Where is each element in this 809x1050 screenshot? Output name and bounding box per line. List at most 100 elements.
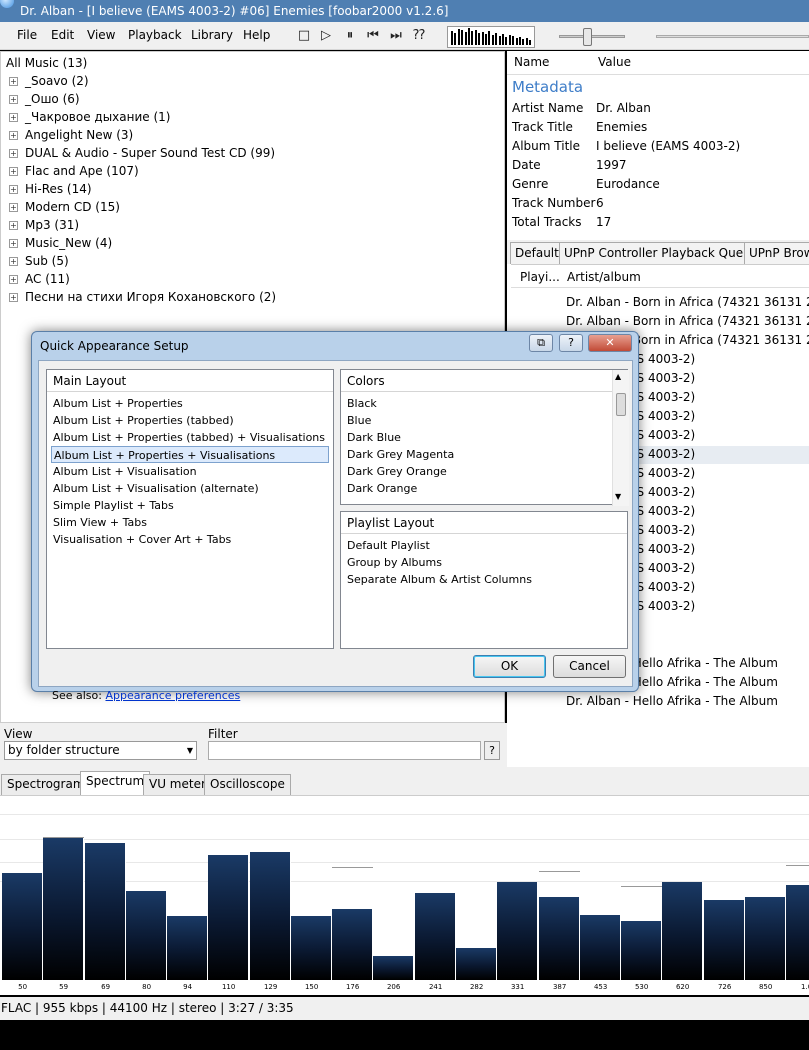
playlist-layout-option[interactable]: Separate Album & Artist Columns [347,571,532,588]
tab-default[interactable]: Default [510,242,564,264]
tab-spectrum[interactable]: Spectrum [80,771,151,796]
volume-handle[interactable] [583,28,592,46]
tab-spectrogram[interactable]: Spectrogram [1,774,91,795]
main-layout-option[interactable]: Slim View + Tabs [53,514,147,531]
expand-plus-icon[interactable]: + [9,203,18,212]
expand-plus-icon[interactable]: + [9,131,18,140]
filter-input[interactable] [208,741,481,760]
tree-item[interactable]: Angelight New (3) [25,126,133,144]
playlist-header: Playi... Artist/album [511,264,809,288]
scroll-down-icon[interactable]: ▼ [615,492,621,501]
playlist-row[interactable]: Dr. Alban - Hello Afrika - The Album [566,692,778,711]
main-layout-option[interactable]: Album List + Properties [53,395,183,412]
expand-plus-icon[interactable]: + [9,149,18,158]
col-playing-header[interactable]: Playi... [520,270,560,284]
expand-plus-icon[interactable]: + [9,185,18,194]
dialog-title: Quick Appearance Setup [40,339,189,353]
frequency-label: 1.0 [801,983,809,991]
tree-item[interactable]: Modern CD (15) [25,198,120,216]
play-icon[interactable]: ▷ [318,28,334,44]
expand-plus-icon[interactable]: + [9,275,18,284]
mini-spectrum-bar [485,34,487,45]
col-value-header[interactable]: Value [598,55,631,69]
color-option[interactable]: Dark Grey Orange [347,463,447,480]
menu-view[interactable]: View [87,27,115,43]
main-layout-option[interactable]: Visualisation + Cover Art + Tabs [53,531,231,548]
menu-library[interactable]: Library [191,27,233,43]
color-option[interactable]: Dark Grey Magenta [347,446,454,463]
volume-slider[interactable] [557,28,627,46]
spectrum-bar [415,893,456,980]
filter-help-button[interactable]: ? [484,741,500,760]
playlist-layout-option[interactable]: Group by Albums [347,554,442,571]
color-option[interactable]: Dark Orange [347,480,417,497]
tree-item[interactable]: _Чакровое дыхание (1) [25,108,170,126]
tree-item[interactable]: Flac and Ape (107) [25,162,139,180]
tree-item[interactable]: Hi-Res (14) [25,180,92,198]
toolbar-spectrum-visualisation[interactable] [447,26,535,48]
menu-file[interactable]: File [17,27,37,43]
mini-spectrum-bar [474,30,477,45]
seek-bar[interactable] [656,28,809,46]
tree-item[interactable]: Mp3 (31) [25,216,79,234]
tree-item[interactable]: _Soavo (2) [25,72,89,90]
playlist-row[interactable]: Dr. Alban - Born in Africa (74321 36131 … [566,293,809,312]
next-icon[interactable]: ⏭ [388,28,404,44]
expand-plus-icon[interactable]: + [9,293,18,302]
expand-plus-icon[interactable]: + [9,77,18,86]
tree-item-label: All Music (13) [6,56,88,70]
menu-edit[interactable]: Edit [51,27,74,43]
restore-icon[interactable]: ⧉ [529,334,553,352]
tree-item[interactable]: Music_New (4) [25,234,112,252]
main-layout-option[interactable]: Album List + Properties (tabbed) [53,412,234,429]
pause-icon[interactable]: ⏸ [342,28,358,44]
color-option[interactable]: Black [347,395,377,412]
mini-spectrum-bar [457,29,460,45]
tree-item[interactable]: Sub (5) [25,252,69,270]
mini-spectrum-bar [491,35,494,45]
main-layout-option[interactable]: Album List + Visualisation (alternate) [53,480,259,497]
main-layout-option[interactable]: Album List + Properties + Visualisations [51,446,329,463]
menu-help[interactable]: Help [243,27,270,43]
color-option[interactable]: Dark Blue [347,429,401,446]
tab-upnp-browser[interactable]: UPnP Brow [744,242,809,264]
random-icon[interactable]: ⁇ [411,28,427,44]
colors-scrollbar[interactable]: ▲ ▼ [612,370,629,506]
playlist-layout-option[interactable]: Default Playlist [347,537,430,554]
help-icon[interactable]: ? [559,334,583,352]
view-select[interactable]: by folder structure ▼ [4,741,197,760]
property-value: 1997 [596,158,627,172]
close-icon[interactable]: ✕ [588,334,632,352]
main-layout-option[interactable]: Simple Playlist + Tabs [53,497,174,514]
cancel-button[interactable]: Cancel [553,655,626,678]
mini-spectrum-bar [529,40,532,45]
tree-item[interactable]: _Ошо (6) [25,90,80,108]
expand-plus-icon[interactable]: + [9,167,18,176]
expand-plus-icon[interactable]: + [9,113,18,122]
menu-playback[interactable]: Playback [128,27,182,43]
ok-button[interactable]: OK [473,655,546,678]
tab-upnp-queue[interactable]: UPnP Controller Playback Queue [559,242,764,264]
scroll-up-icon[interactable]: ▲ [615,372,621,381]
tree-item[interactable]: DUAL & Audio - Super Sound Test CD (99) [25,144,275,162]
playlist-row[interactable]: Dr. Alban - Born in Africa (74321 36131 … [566,312,809,331]
expand-plus-icon[interactable]: + [9,257,18,266]
expand-plus-icon[interactable]: + [9,95,18,104]
expand-plus-icon[interactable]: + [9,221,18,230]
main-layout-option[interactable]: Album List + Visualisation [53,463,197,480]
mini-spectrum-bar [471,31,474,45]
tree-item[interactable]: AC (11) [25,270,70,288]
expand-plus-icon[interactable]: + [9,239,18,248]
previous-icon[interactable]: ⏮ [365,28,381,44]
color-option[interactable]: Blue [347,412,371,429]
col-name-header[interactable]: Name [514,55,549,69]
tree-item[interactable]: Песни на стихи Игоря Кохановского (2) [25,288,276,306]
stop-icon[interactable]: □ [296,28,312,44]
tab-oscilloscope[interactable]: Oscilloscope [204,774,291,795]
appearance-preferences-link[interactable]: Appearance preferences [105,689,240,702]
main-layout-option[interactable]: Album List + Properties (tabbed) + Visua… [53,429,325,446]
scroll-thumb[interactable] [616,393,626,416]
col-artist-album-header[interactable]: Artist/album [567,270,641,284]
tab-vu-meter[interactable]: VU meter [143,774,212,795]
tree-item[interactable]: All Music (13) [6,54,87,72]
